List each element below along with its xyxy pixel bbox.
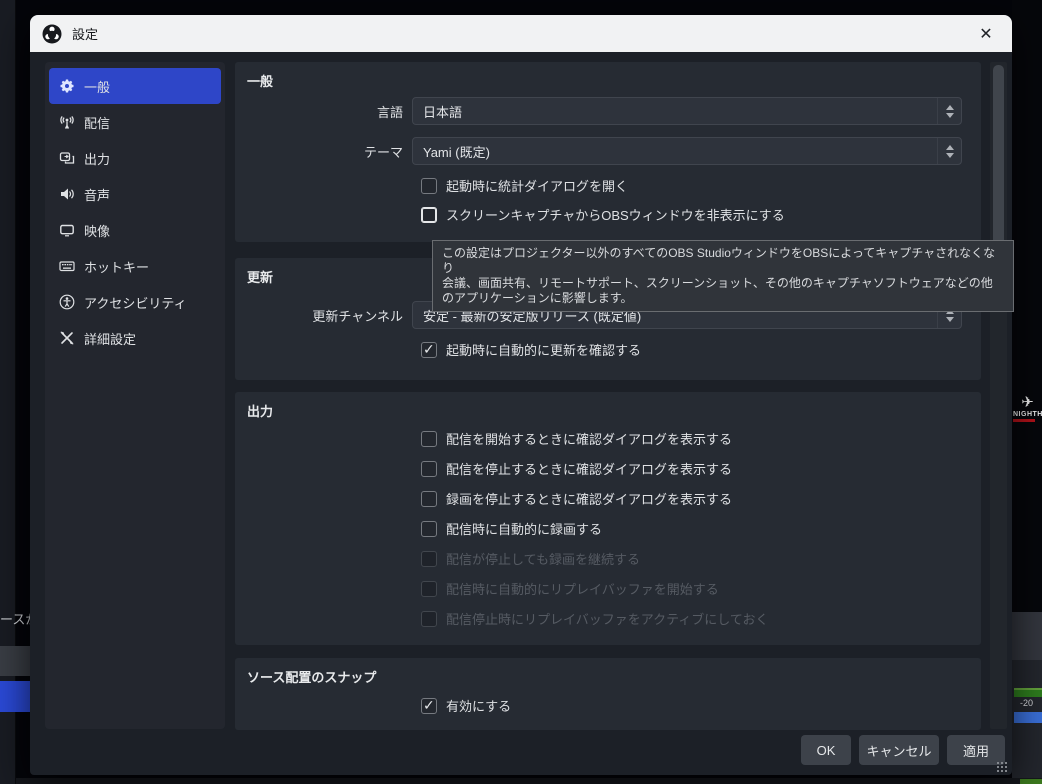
section-general: 一般 言語 日本語 テーマ Yami (既定) 起動時に統計ダイアログを開く (235, 62, 981, 242)
sidebar-item-advanced[interactable]: 詳細設定 (49, 320, 221, 356)
theme-value: Yami (既定) (423, 142, 490, 161)
checkbox-box[interactable] (421, 461, 437, 477)
obs-main-window-background: ースが ✈ NIGHTH -20 設定 ✕ (0, 0, 1042, 784)
video-icon (59, 222, 75, 238)
broadcast-icon (59, 114, 75, 130)
checkbox-box[interactable] (421, 491, 437, 507)
sidebar-item-label: 映像 (84, 221, 110, 240)
checkbox-auto-record-on-stream[interactable]: 配信時に自動的に録画する (421, 519, 602, 538)
sidebar-item-label: ホットキー (84, 257, 149, 276)
sidebar-item-label: 配信 (84, 113, 110, 132)
section-title: 一般 (247, 71, 273, 90)
sidebar-item-video[interactable]: 映像 (49, 212, 221, 248)
ok-button[interactable]: OK (801, 735, 851, 765)
checkbox-keep-recording: 配信が停止しても録画を継続する (421, 549, 640, 568)
tooltip: この設定はプロジェクター以外のすべてのOBS StudioウィンドウをOBSによ… (432, 240, 1014, 312)
settings-dialog: 設定 ✕ 一般 配信 出力 (30, 15, 1012, 775)
language-label: 言語 (242, 102, 412, 121)
obs-logo-icon (42, 24, 62, 44)
spinner-arrows-icon[interactable] (937, 98, 961, 124)
sidebar-item-label: 出力 (84, 149, 110, 168)
checkbox-confirm-stop-recording[interactable]: 録画を停止するときに確認ダイアログを表示する (421, 489, 732, 508)
section-output: 出力 配信を開始するときに確認ダイアログを表示する 配信を停止するときに確認ダイ… (235, 392, 981, 645)
checkbox-box[interactable] (421, 698, 437, 714)
checkbox-box[interactable] (421, 431, 437, 447)
tooltip-line2: 会議、画面共有、リモートサポート、スクリーンショット、その他のキャプチャソフトウ… (442, 276, 1004, 306)
section-snapping: ソース配置のスナップ 有効にする (235, 658, 981, 730)
settings-sidebar: 一般 配信 出力 音声 (45, 62, 225, 729)
volume-meter-value: -20 (1020, 698, 1033, 708)
output-icon (59, 150, 75, 166)
logo-red-accent (1013, 419, 1035, 422)
sidebar-item-general[interactable]: 一般 (49, 68, 221, 104)
checkbox-snapping-enable[interactable]: 有効にする (421, 696, 511, 715)
logo-text: NIGHTH (1013, 411, 1042, 418)
plane-logo-icon: ✈ (1013, 393, 1042, 411)
theme-select[interactable]: Yami (既定) (412, 137, 962, 165)
checkbox-keep-replay-buffer: 配信停止時にリプレイバッファをアクティブにしておく (421, 609, 769, 628)
sidebar-item-label: アクセシビリティ (84, 293, 187, 312)
advanced-icon (59, 330, 75, 346)
checkbox-box (421, 611, 437, 627)
sidebar-item-label: 詳細設定 (84, 329, 136, 348)
sidebar-item-label: 一般 (84, 77, 110, 96)
close-icon[interactable]: ✕ (972, 24, 1000, 44)
checkbox-box (421, 551, 437, 567)
audio-icon (59, 186, 75, 202)
checkbox-box[interactable] (421, 342, 437, 358)
checkbox-confirm-start-stream[interactable]: 配信を開始するときに確認ダイアログを表示する (421, 429, 732, 448)
section-title: 出力 (247, 401, 273, 420)
checkbox-box (421, 581, 437, 597)
update-channel-label: 更新チャンネル (242, 306, 412, 325)
section-title: 更新 (247, 267, 273, 286)
cancel-button[interactable]: キャンセル (859, 735, 939, 765)
volume-slider-bar[interactable] (1014, 712, 1042, 723)
checkbox-box[interactable] (421, 207, 437, 223)
sidebar-item-accessibility[interactable]: アクセシビリティ (49, 284, 221, 320)
tooltip-line1: この設定はプロジェクター以外のすべてのOBS StudioウィンドウをOBSによ… (442, 246, 1004, 276)
resize-grip[interactable] (996, 761, 1008, 773)
checkbox-open-stats[interactable]: 起動時に統計ダイアログを開く (421, 176, 628, 195)
sidebar-item-label: 音声 (84, 185, 110, 204)
dialog-title: 設定 (72, 24, 98, 43)
dialog-titlebar[interactable]: 設定 ✕ (30, 15, 1012, 52)
checkbox-box[interactable] (421, 521, 437, 537)
background-preview-logo: ✈ NIGHTH (1013, 393, 1042, 453)
checkbox-box[interactable] (421, 178, 437, 194)
gear-icon (59, 78, 75, 94)
checkbox-auto-replay-buffer: 配信時に自動的にリプレイバッファを開始する (421, 579, 719, 598)
section-title: ソース配置のスナップ (247, 667, 376, 686)
checkbox-confirm-stop-stream[interactable]: 配信を停止するときに確認ダイアログを表示する (421, 459, 732, 478)
background-mixer-panel (1012, 612, 1042, 660)
spinner-arrows-icon[interactable] (937, 138, 961, 164)
checkbox-auto-update-check[interactable]: 起動時に自動的に更新を確認する (421, 340, 641, 359)
sidebar-item-output[interactable]: 出力 (49, 140, 221, 176)
theme-label: テーマ (242, 142, 412, 161)
background-bottom-strip (16, 778, 1042, 784)
language-value: 日本語 (423, 102, 462, 121)
sidebar-item-audio[interactable]: 音声 (49, 176, 221, 212)
language-select[interactable]: 日本語 (412, 97, 962, 125)
volume-meter-bar (1014, 688, 1042, 697)
sidebar-item-stream[interactable]: 配信 (49, 104, 221, 140)
sidebar-item-hotkeys[interactable]: ホットキー (49, 248, 221, 284)
checkbox-hide-obs-window[interactable]: スクリーンキャプチャからOBSウィンドウを非表示にする (421, 205, 785, 224)
hotkeys-icon (59, 258, 75, 274)
background-bottom-meter (1020, 779, 1042, 784)
accessibility-icon (59, 294, 75, 310)
